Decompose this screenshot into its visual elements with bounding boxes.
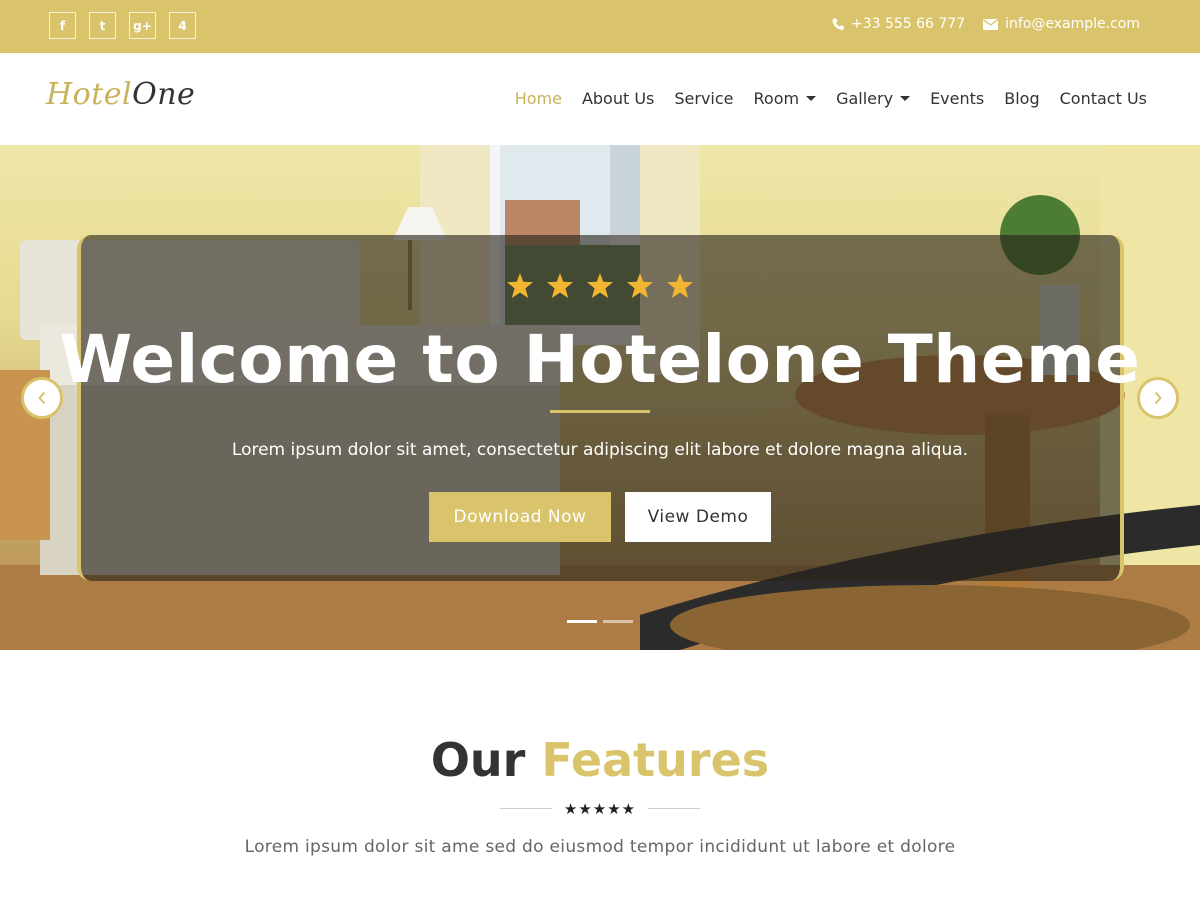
nav-contact-us[interactable]: Contact Us [1060, 89, 1147, 108]
nav-home[interactable]: Home [515, 89, 562, 108]
features-title: Our Features [0, 733, 1200, 787]
phone-contact[interactable]: +33 555 66 777 [832, 16, 965, 32]
envelope-icon [983, 18, 999, 30]
phone-icon [832, 18, 844, 31]
features-title-part1: Our [430, 733, 526, 787]
twitter-icon[interactable]: t [89, 12, 116, 39]
nav-label: Gallery [836, 89, 894, 108]
features-subtitle: Lorem ipsum dolor sit ame sed do eiusmod… [244, 837, 956, 857]
hero-title: Welcome to Hotelone Theme [59, 321, 1141, 398]
phone-number: +33 555 66 777 [850, 16, 966, 32]
logo-part2: One [132, 77, 196, 112]
slider-prev-button[interactable] [21, 377, 63, 419]
divider-line-right [648, 808, 700, 809]
email-address: info@example.com [1005, 16, 1140, 32]
divider-stars: ★★★★★ [563, 800, 637, 818]
star-icon [547, 273, 573, 298]
nav-label: Contact Us [1059, 89, 1147, 108]
view-demo-button[interactable]: View Demo [625, 492, 771, 542]
facebook-icon[interactable]: f [49, 12, 76, 39]
nav-label: About Us [581, 89, 655, 108]
rating-stars [0, 273, 1200, 298]
nav-service[interactable]: Service [674, 89, 733, 108]
slider-dot-2[interactable] [603, 620, 633, 623]
top-bar: f t g+ 4 +33 555 66 777 info@example.com [0, 0, 1200, 53]
caret-down-icon [806, 96, 817, 101]
nav-gallery[interactable]: Gallery [836, 89, 911, 108]
site-header: HotelOne Home About Us Service Room Gall… [0, 53, 1200, 145]
nav-blog[interactable]: Blog [1004, 89, 1039, 108]
star-icon [667, 273, 693, 298]
slider-pagination [0, 620, 1200, 623]
slider-dot-1[interactable] [567, 620, 597, 623]
download-now-button[interactable]: Download Now [429, 492, 611, 542]
contact-info: +33 555 66 777 info@example.com [832, 16, 1140, 32]
google-plus-icon[interactable]: g+ [129, 12, 156, 39]
nav-room[interactable]: Room [754, 89, 817, 108]
foursquare-icon[interactable]: 4 [169, 12, 196, 39]
nav-events[interactable]: Events [930, 89, 984, 108]
hero-divider [550, 410, 650, 413]
main-nav: Home About Us Service Room Gallery Event… [515, 89, 1147, 108]
star-icon [587, 273, 613, 298]
logo-part1: Hotel [46, 77, 133, 112]
chevron-right-icon [1154, 391, 1162, 405]
nav-label: Service [674, 89, 734, 108]
features-title-part2: Features [541, 733, 770, 787]
nav-about-us[interactable]: About Us [582, 89, 654, 108]
features-divider: ★★★★★ [500, 800, 700, 818]
email-contact[interactable]: info@example.com [983, 16, 1140, 32]
hero-subtitle: Lorem ipsum dolor sit amet, consectetur … [231, 440, 969, 460]
social-links: f t g+ 4 [49, 12, 196, 39]
nav-label: Events [930, 89, 985, 108]
caret-down-icon [900, 96, 911, 101]
nav-label: Room [753, 89, 800, 108]
chevron-left-icon [38, 391, 46, 405]
slider-next-button[interactable] [1137, 377, 1179, 419]
hero-slider: Welcome to Hotelone Theme Lorem ipsum do… [0, 145, 1200, 650]
star-icon [507, 273, 533, 298]
star-icon [627, 273, 653, 298]
nav-label: Home [514, 89, 562, 108]
site-logo[interactable]: HotelOne [46, 77, 195, 112]
nav-label: Blog [1004, 89, 1040, 108]
